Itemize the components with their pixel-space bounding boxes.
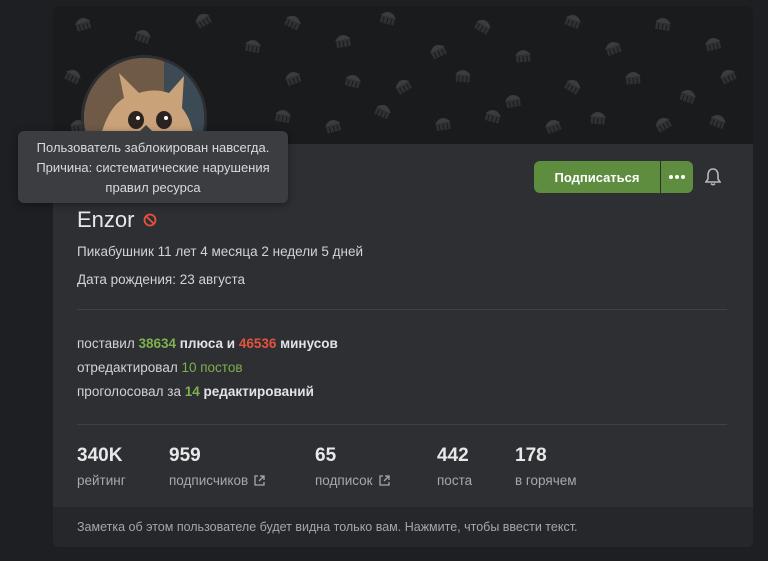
tenure-text: Пикабушник 11 лет 4 месяца 2 недели 5 дн… xyxy=(77,244,364,259)
voted-label: редактирований xyxy=(199,384,314,399)
tooltip-line-3: правил ресурса xyxy=(105,180,201,195)
user-note-field[interactable]: Заметка об этом пользователе будет видна… xyxy=(53,507,753,547)
tooltip-line-2: Причина: систематические нарушения xyxy=(36,160,270,175)
plus-label: плюса xyxy=(176,336,224,351)
edited-posts-link[interactable]: 10 постов xyxy=(181,360,242,375)
stat-value: 178 xyxy=(515,445,547,466)
and-label: и xyxy=(223,336,239,351)
stat-value: 959 xyxy=(169,445,201,466)
birthday-text: Дата рождения: 23 августа xyxy=(77,272,245,287)
stat-rating: 340K рейтинг xyxy=(77,445,126,488)
stat-label: рейтинг xyxy=(77,473,126,488)
ban-tooltip: Пользователь заблокирован навсегда. Прич… xyxy=(18,125,288,203)
stat-posts[interactable]: 442 поста xyxy=(437,445,472,488)
minus-label: минусов xyxy=(276,336,338,351)
note-placeholder: Заметка об этом пользователе будет видна… xyxy=(77,520,578,534)
stat-value: 340K xyxy=(77,445,123,466)
tooltip-line-1: Пользователь заблокирован навсегда. xyxy=(36,140,270,155)
ban-icon[interactable] xyxy=(143,213,157,227)
stat-label-row: подписчиков xyxy=(169,473,265,488)
plus-count: 38634 xyxy=(138,336,176,351)
votes-summary: поставил 38634 плюса и 46536 минусов xyxy=(77,336,338,351)
voted-prefix: проголосовал за xyxy=(77,384,185,399)
bell-icon xyxy=(705,168,721,186)
stat-label: подписчиков xyxy=(169,473,249,488)
minus-count: 46536 xyxy=(238,336,277,351)
dots-icon xyxy=(669,175,685,179)
stat-value: 442 xyxy=(437,445,469,466)
stat-label: подписок xyxy=(315,473,373,488)
edited-summary: отредактировал 10 постов xyxy=(77,360,243,375)
voted-summary: проголосовал за 14 редактирований xyxy=(77,384,314,399)
stat-label: поста xyxy=(437,473,473,488)
notifications-bell[interactable] xyxy=(703,167,723,187)
divider-1 xyxy=(77,309,727,310)
divider-2 xyxy=(77,424,727,425)
voted-count: 14 xyxy=(184,384,200,399)
external-link-icon xyxy=(254,475,265,486)
votes-prefix: поставил xyxy=(77,336,139,351)
stat-value: 65 xyxy=(315,445,337,466)
stat-label-row: подписок xyxy=(315,473,390,488)
username: Enzor xyxy=(77,207,135,232)
subscribe-button[interactable]: Подписаться xyxy=(534,161,660,193)
stat-followers[interactable]: 959 подписчиков xyxy=(169,445,265,488)
more-options-button[interactable] xyxy=(661,161,693,193)
stat-label: в горячем xyxy=(515,473,577,488)
stat-subscriptions[interactable]: 65 подписок xyxy=(315,445,390,488)
username-row: Enzor xyxy=(77,207,157,233)
stat-hot[interactable]: 178 в горячем xyxy=(515,445,577,488)
edited-prefix: отредактировал xyxy=(77,360,182,375)
external-link-icon xyxy=(378,475,390,486)
